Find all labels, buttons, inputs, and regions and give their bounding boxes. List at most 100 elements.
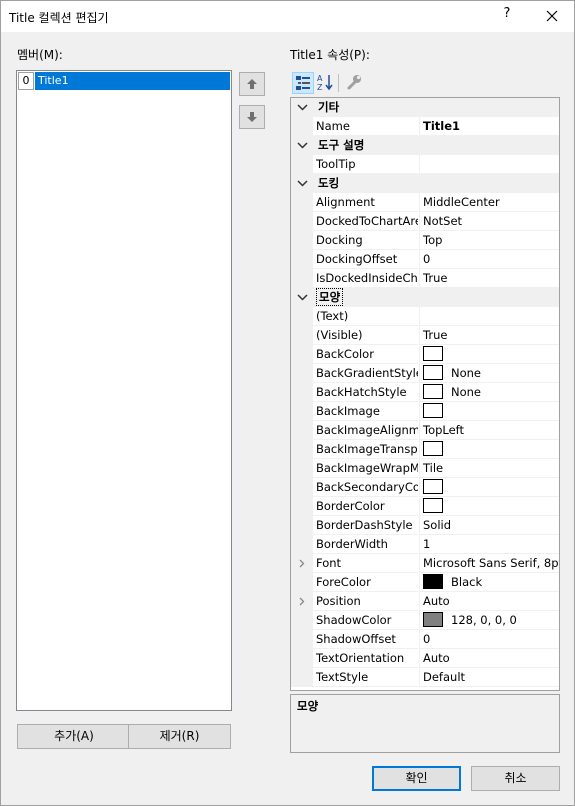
- property-value[interactable]: [419, 440, 559, 459]
- category-row-docking[interactable]: 도킹: [291, 174, 559, 193]
- members-list[interactable]: 0 Title1: [16, 70, 232, 711]
- property-value[interactable]: [419, 497, 559, 516]
- property-value[interactable]: MiddleCenter: [419, 193, 559, 212]
- property-name: BackImageAlignment: [313, 421, 418, 440]
- alphabetical-button[interactable]: A Z: [315, 72, 337, 94]
- property-row[interactable]: BackImageAlignmentTopLeft: [291, 421, 559, 440]
- categorized-icon: [296, 76, 310, 90]
- property-value[interactable]: 1: [419, 535, 559, 554]
- arrow-up-icon: [247, 79, 257, 89]
- properties-label: Title1 속성(P):: [290, 48, 370, 62]
- categorized-button[interactable]: [292, 72, 314, 94]
- member-name[interactable]: Title1: [35, 72, 230, 90]
- property-value[interactable]: [419, 345, 559, 364]
- property-value[interactable]: [419, 478, 559, 497]
- property-name: DockingOffset: [313, 250, 418, 269]
- property-value[interactable]: Solid: [419, 516, 559, 535]
- category-row-tooltip[interactable]: 도구 설명: [291, 136, 559, 155]
- property-value[interactable]: 128, 0, 0, 0: [419, 611, 559, 630]
- property-row[interactable]: DockedToChartArea NotSet: [291, 212, 559, 231]
- property-row[interactable]: ShadowOffset 0: [291, 630, 559, 649]
- property-value[interactable]: TopLeft: [419, 421, 559, 440]
- chevron-down-icon[interactable]: [297, 178, 308, 189]
- property-value[interactable]: NotSet: [419, 212, 559, 231]
- property-value[interactable]: 0: [419, 250, 559, 269]
- property-row[interactable]: BorderWidth 1: [291, 535, 559, 554]
- property-value[interactable]: [419, 155, 559, 174]
- description-panel: 모양: [290, 694, 560, 753]
- property-value[interactable]: Tile: [419, 459, 559, 478]
- property-row[interactable]: BackImageTransparentColor: [291, 440, 559, 459]
- chevron-right-icon[interactable]: [291, 554, 313, 573]
- members-label: 멤버(M):: [17, 48, 63, 62]
- property-value[interactable]: None: [419, 364, 559, 383]
- property-value-text: None: [451, 385, 482, 399]
- property-value[interactable]: Auto: [419, 649, 559, 668]
- property-name: Position: [313, 592, 418, 611]
- property-row[interactable]: BorderDashStyle Solid: [291, 516, 559, 535]
- move-down-button[interactable]: [239, 105, 265, 129]
- property-row[interactable]: BackImage: [291, 402, 559, 421]
- property-row[interactable]: BorderColor: [291, 497, 559, 516]
- property-row[interactable]: BackGradientStyle None: [291, 364, 559, 383]
- property-name: ShadowOffset: [313, 630, 418, 649]
- property-row[interactable]: (Text): [291, 307, 559, 326]
- list-item[interactable]: 0 Title1: [18, 72, 230, 90]
- property-value[interactable]: True: [419, 326, 559, 345]
- window-title: Title 컬렉션 편집기: [9, 11, 109, 25]
- color-swatch: [423, 479, 443, 494]
- property-pages-button[interactable]: [344, 72, 366, 94]
- close-button[interactable]: [537, 3, 567, 29]
- help-button[interactable]: ?: [497, 6, 517, 26]
- property-value[interactable]: Default: [419, 668, 559, 687]
- add-button[interactable]: 추가(A): [17, 724, 131, 749]
- cancel-button[interactable]: 취소: [471, 766, 560, 791]
- property-row[interactable]: BackColor: [291, 345, 559, 364]
- property-value[interactable]: Auto: [419, 592, 559, 611]
- property-row[interactable]: Alignment MiddleCenter: [291, 193, 559, 212]
- property-value[interactable]: 0: [419, 630, 559, 649]
- property-name: BackGradientStyle: [313, 364, 418, 383]
- property-value[interactable]: None: [419, 383, 559, 402]
- category-row-misc[interactable]: 기타: [291, 98, 559, 117]
- color-swatch: [423, 574, 443, 589]
- property-row[interactable]: Font Microsoft Sans Serif, 8pt: [291, 554, 559, 573]
- property-row[interactable]: IsDockedInsideChartAreaTrue: [291, 269, 559, 288]
- property-row[interactable]: BackHatchStyle None: [291, 383, 559, 402]
- property-name: (Text): [313, 307, 418, 326]
- property-row[interactable]: TextStyle Default: [291, 668, 559, 687]
- property-row[interactable]: ToolTip: [291, 155, 559, 174]
- property-row[interactable]: ShadowColor 128, 0, 0, 0: [291, 611, 559, 630]
- property-value[interactable]: True: [419, 269, 559, 288]
- property-value[interactable]: Black: [419, 573, 559, 592]
- property-row[interactable]: BackSecondaryColor: [291, 478, 559, 497]
- property-value[interactable]: Microsoft Sans Serif, 8pt: [419, 554, 559, 573]
- property-row[interactable]: TextOrientation Auto: [291, 649, 559, 668]
- property-row[interactable]: Docking Top: [291, 231, 559, 250]
- property-row[interactable]: Name Title1: [291, 117, 559, 136]
- property-value[interactable]: Title1: [419, 117, 559, 136]
- chevron-down-icon[interactable]: [297, 292, 308, 303]
- ok-button[interactable]: 확인: [372, 766, 461, 791]
- property-row[interactable]: (Visible) True: [291, 326, 559, 345]
- property-row[interactable]: DockingOffset 0: [291, 250, 559, 269]
- color-swatch: [423, 498, 443, 513]
- property-name: Alignment: [313, 193, 418, 212]
- property-row[interactable]: Position Auto: [291, 592, 559, 611]
- remove-button[interactable]: 제거(R): [128, 724, 231, 749]
- property-row[interactable]: ForeColor Black: [291, 573, 559, 592]
- chevron-right-icon[interactable]: [291, 592, 313, 611]
- category-row-appearance[interactable]: 모양: [291, 288, 559, 307]
- chevron-down-icon[interactable]: [297, 140, 308, 151]
- property-grid[interactable]: 기타 Name Title1 도구 설명 ToolTip 도킹 Alignmen…: [290, 97, 560, 691]
- property-value[interactable]: [419, 402, 559, 421]
- move-up-button[interactable]: [239, 72, 265, 96]
- property-row[interactable]: BackImageWrapModeTile: [291, 459, 559, 478]
- wrench-icon: [347, 75, 361, 90]
- chevron-down-icon[interactable]: [297, 102, 308, 113]
- color-swatch: [423, 403, 443, 418]
- property-value[interactable]: Top: [419, 231, 559, 250]
- svg-text:A: A: [317, 74, 323, 83]
- category-label: 도킹: [318, 176, 340, 190]
- property-value[interactable]: [419, 307, 559, 326]
